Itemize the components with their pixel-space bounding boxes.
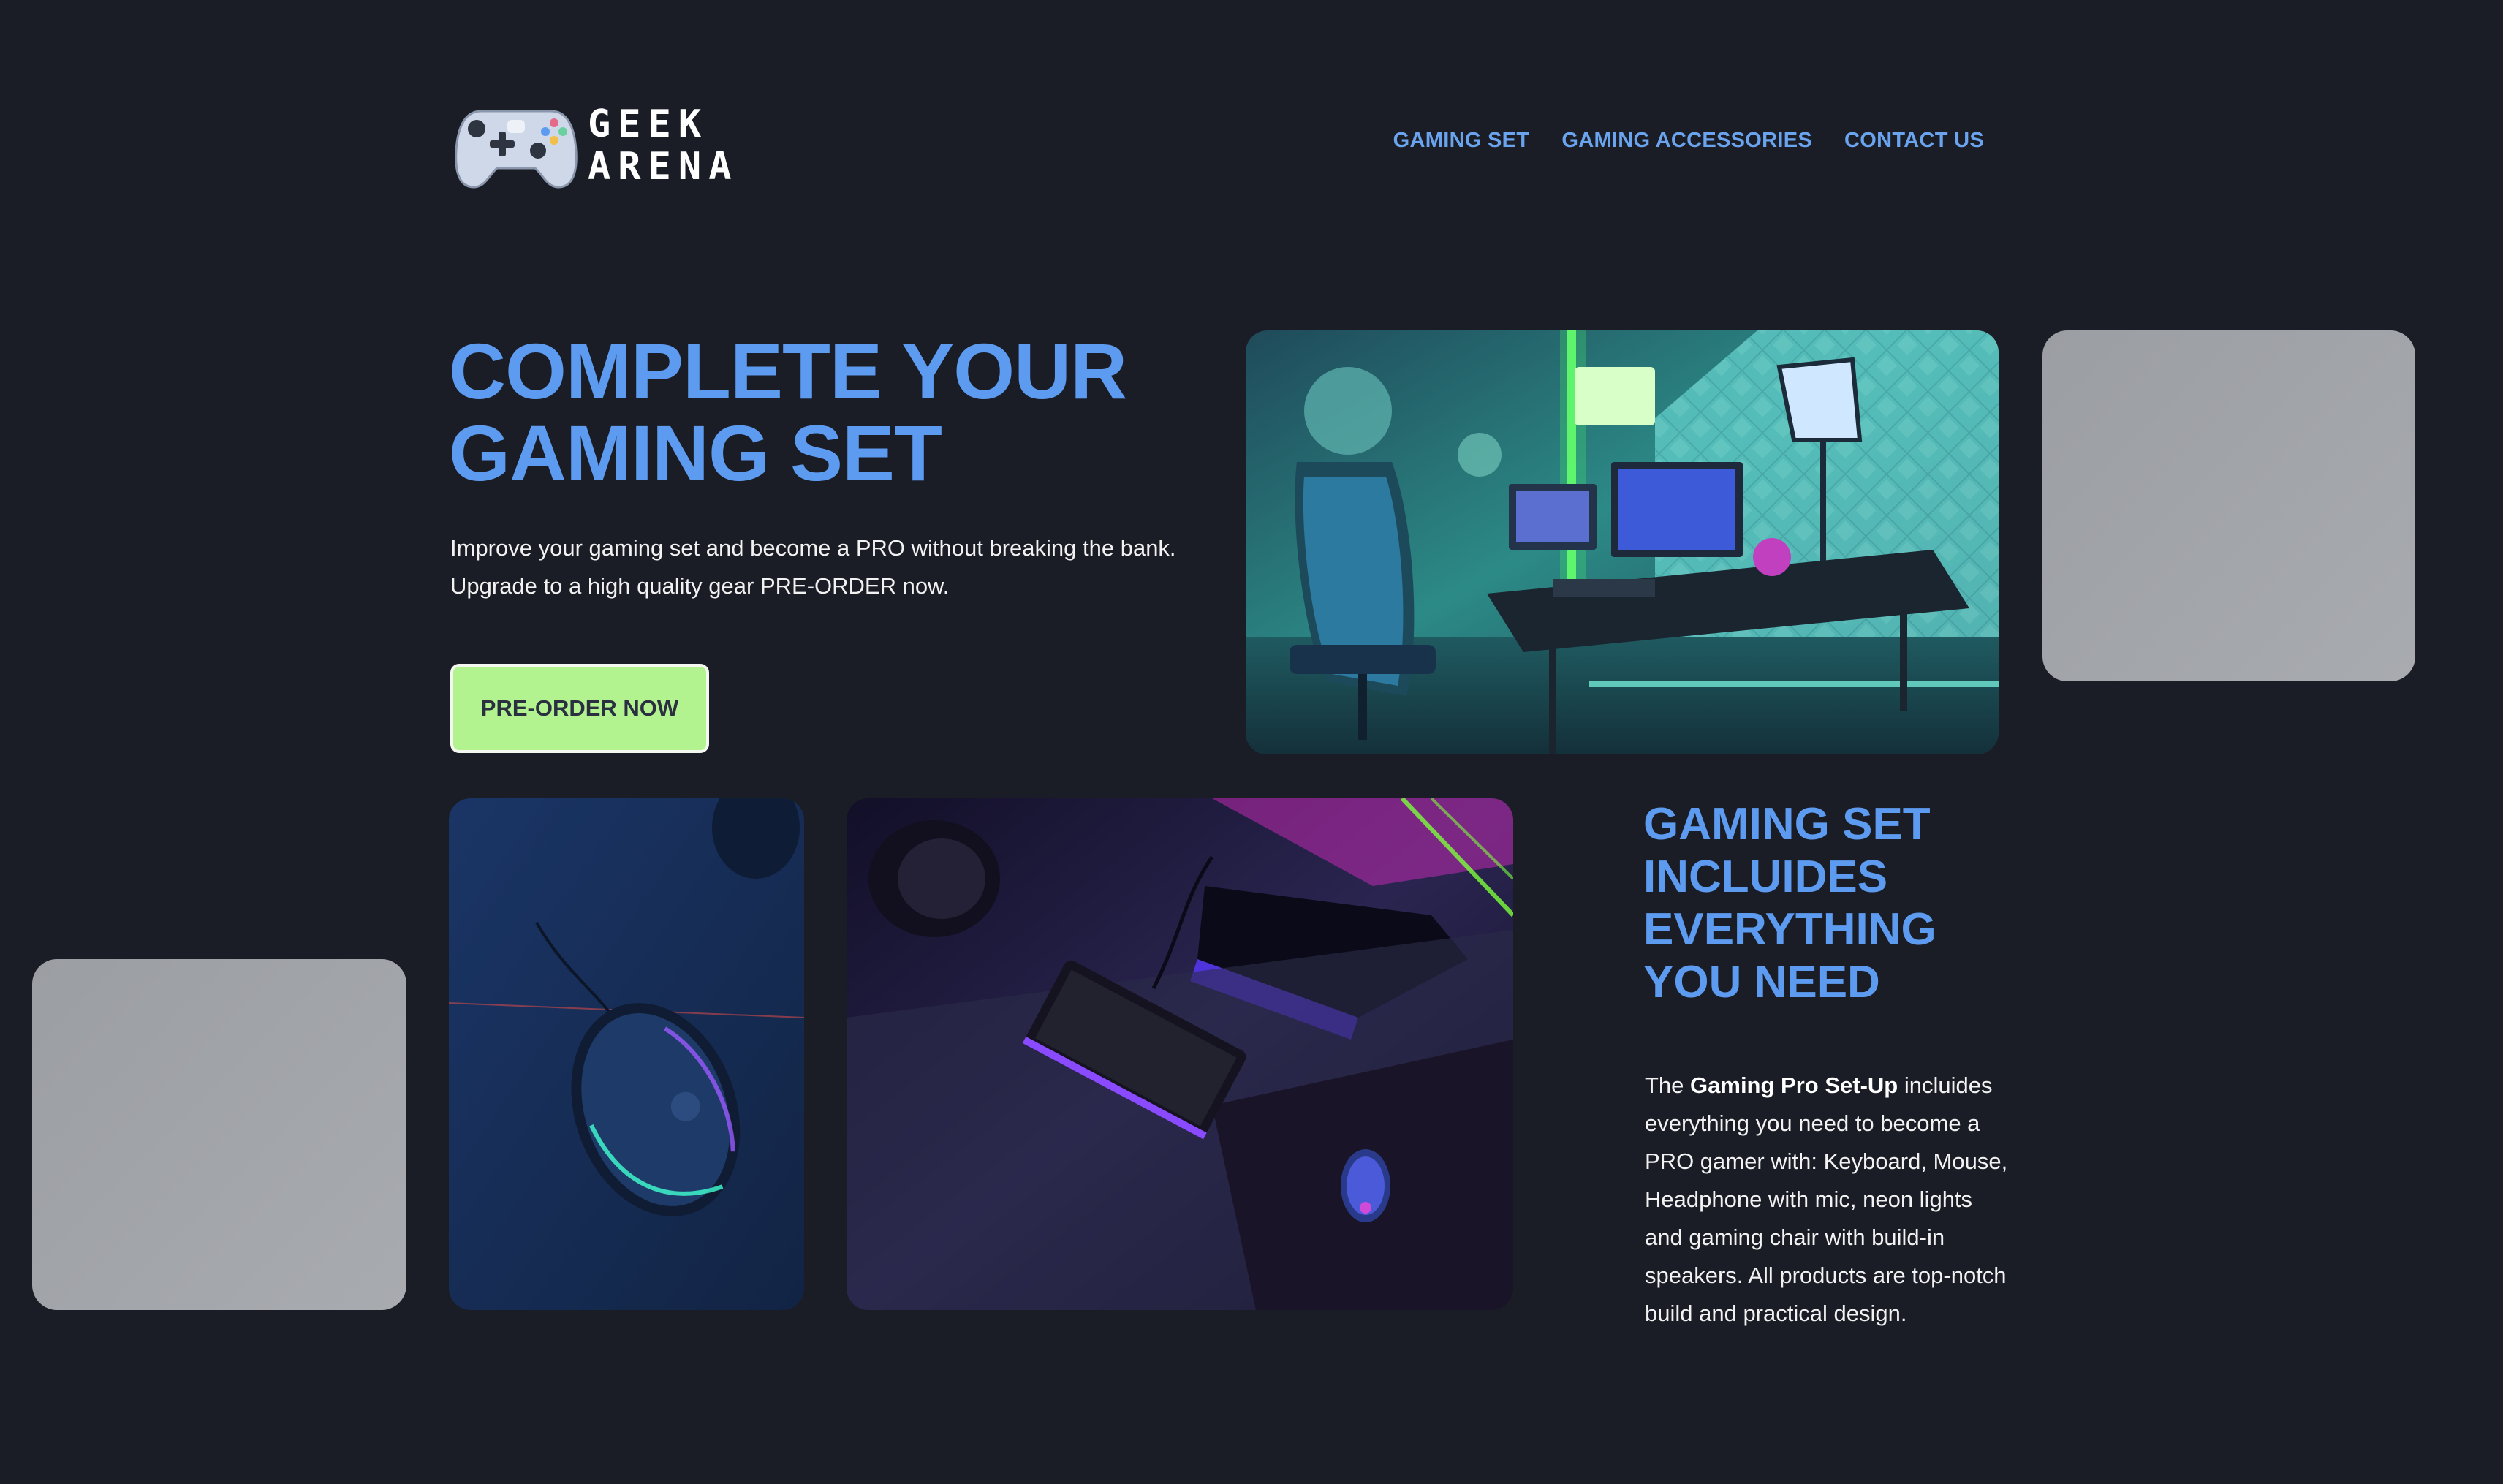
nav-contact-us[interactable]: CONTACT US (1844, 129, 1984, 153)
product-name: Gaming Pro Set-Up (1690, 1072, 1898, 1098)
logo[interactable]: GEEK ARENA (452, 98, 759, 193)
logo-wordmark: GEEK ARENA (588, 103, 739, 188)
gaming-set-title-line-1: GAMING SET (1643, 799, 1931, 849)
image-placeholder-right (2042, 330, 2415, 681)
description-body: incluides everything you need to become … (1645, 1072, 2008, 1326)
nav-gaming-accessories[interactable]: GAMING ACCESSORIES (1561, 129, 1812, 153)
gaming-keyboard-image (847, 798, 1513, 1310)
logo-line-2: ARENA (588, 145, 739, 189)
main-nav: GAMING SET GAMING ACCESSORIES CONTACT US (1393, 129, 1984, 153)
gaming-set-description: The Gaming Pro Set-Up incluides everythi… (1645, 1067, 2010, 1333)
image-placeholder-left (32, 959, 406, 1310)
hero-title: COMPLETE YOUR GAMING SET (449, 330, 1180, 494)
pre-order-button[interactable]: PRE-ORDER NOW (450, 664, 709, 753)
hero-subtitle-line-1: Improve your gaming set and become a PRO… (450, 535, 1176, 561)
hero-subtitle-line-2: Upgrade to a high quality gear PRE-ORDER… (450, 573, 950, 599)
gaming-room-image (1246, 330, 1999, 754)
hero-title-line-2: GAMING SET (449, 409, 942, 497)
gaming-set-title-line-4: YOU NEED (1643, 957, 1880, 1007)
nav-gaming-set[interactable]: GAMING SET (1393, 129, 1530, 153)
hero-title-line-1: COMPLETE YOUR (449, 327, 1127, 415)
gaming-mouse-image (449, 798, 804, 1310)
description-prefix: The (1645, 1072, 1691, 1098)
hero-subtitle: Improve your gaming set and become a PRO… (450, 529, 1225, 605)
gamepad-icon (455, 110, 578, 189)
logo-line-1: GEEK (588, 102, 709, 146)
gaming-set-title-line-3: EVERYTHING (1643, 904, 1936, 955)
gaming-set-title: GAMING SET INCLUIDES EVERYTHING YOU NEED (1643, 798, 2023, 1009)
gaming-set-title-line-2: INCLUIDES (1643, 852, 1888, 902)
